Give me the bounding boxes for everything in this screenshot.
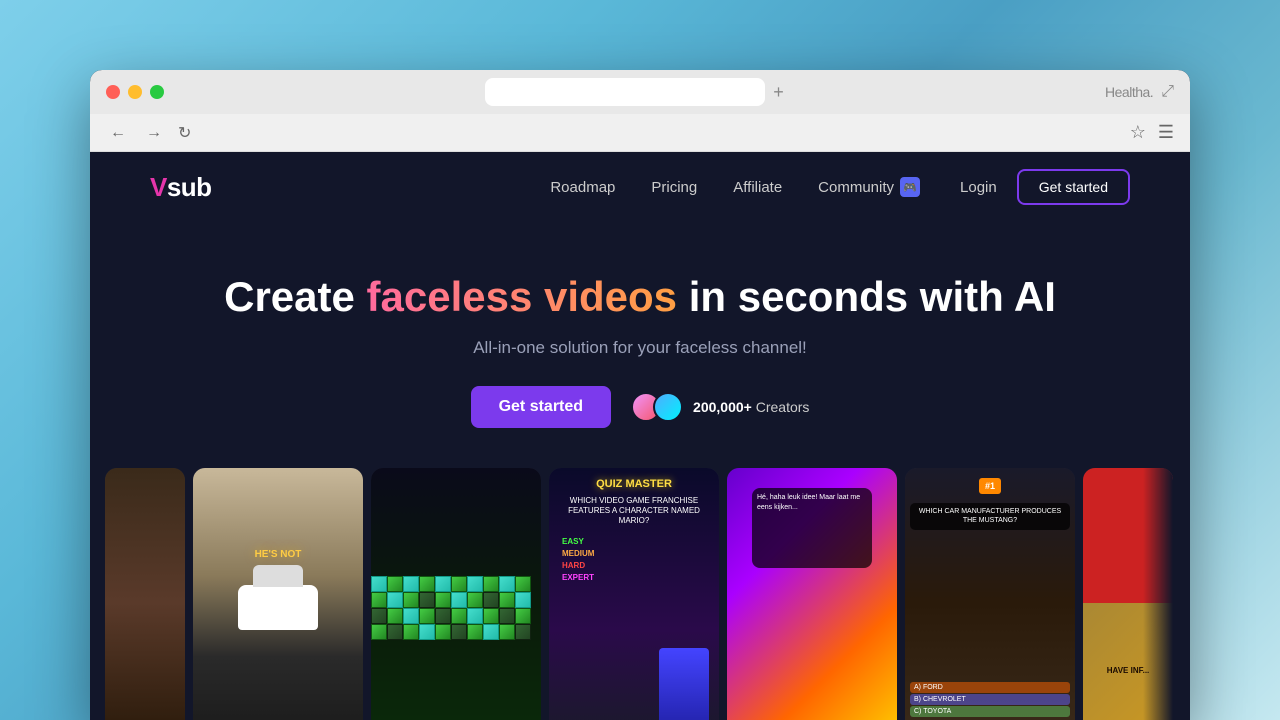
answer-options: A) FORD B) CHEVROLET C) TOYOTA (910, 681, 1070, 718)
minecraft-blocks (371, 576, 541, 720)
login-button[interactable]: Login (960, 179, 997, 196)
fade-overlay (1143, 468, 1173, 720)
video-card-3[interactable] (371, 468, 541, 720)
address-bar[interactable] (485, 78, 765, 106)
nav-actions: Login Get started (960, 169, 1130, 205)
nav-pricing[interactable]: Pricing (651, 179, 697, 196)
video-card-2[interactable]: HE'S NOT (193, 468, 363, 720)
video-card-6[interactable]: #1 WHICH CAR MANUFACTURER PRODUCES THE M… (905, 468, 1075, 720)
creators-suffix: Creators (752, 399, 810, 415)
forward-button[interactable]: → (142, 120, 166, 146)
minimize-button[interactable] (128, 85, 142, 99)
menu-button[interactable]: ☰ (1158, 122, 1174, 143)
logo-v: V (150, 172, 167, 202)
option-a: A) FORD (910, 682, 1070, 693)
get-started-nav-button[interactable]: Get started (1017, 169, 1130, 205)
browser-window: + Healtha. ⤢ ← → ↻ ☆ ☰ Vsub Roadmap Pric… (90, 70, 1190, 720)
car-question-text: WHICH CAR MANUFACTURER PRODUCES THE MUST… (914, 507, 1066, 525)
card-5-background: Hé, haha leuk idee! Maar laat me eens ki… (727, 468, 897, 720)
car-top (253, 565, 303, 587)
hero-actions: Get started 200,000+ Creators (110, 386, 1170, 428)
card-3-background (371, 468, 541, 720)
back-button[interactable]: ← (106, 120, 130, 146)
logo-sub: sub (167, 172, 212, 202)
nav-community[interactable]: Community 🎮 (818, 177, 920, 197)
hero-section: Create faceless videos in seconds with A… (90, 222, 1190, 468)
card-2-text: HE'S NOT (255, 549, 302, 560)
social-proof: 200,000+ Creators (631, 392, 809, 422)
difficulty-expert: EXPERT (559, 572, 709, 583)
browser-toolbar: ← → ↻ ☆ ☰ (90, 114, 1190, 152)
nav-affiliate[interactable]: Affiliate (733, 179, 782, 196)
rank-badge: #1 (979, 478, 1001, 494)
difficulty-list: EASY MEDIUM HARD EXPERT (559, 535, 709, 584)
video-inner-1 (105, 468, 185, 720)
address-bar-area: + (192, 78, 1077, 106)
hero-title-suffix: in seconds with AI (677, 273, 1056, 320)
card-4-background: QUIZ MASTER WHICH VIDEO GAME FRANCHISE F… (549, 468, 719, 720)
nav-links: Roadmap Pricing Affiliate Community 🎮 (550, 177, 920, 197)
new-tab-button[interactable]: + (773, 83, 784, 101)
video-inner-6: #1 WHICH CAR MANUFACTURER PRODUCES THE M… (905, 468, 1075, 720)
hero-cta-button[interactable]: Get started (471, 386, 611, 428)
video-card-1[interactable] (105, 468, 185, 720)
video-card-4[interactable]: QUIZ MASTER WHICH VIDEO GAME FRANCHISE F… (549, 468, 719, 720)
browser-titlebar: + Healtha. ⤢ (90, 70, 1190, 114)
maximize-button[interactable] (150, 85, 164, 99)
expand-icon[interactable]: ⤢ (1161, 83, 1174, 101)
video-grid: HE'S NOT (90, 468, 1190, 720)
website-content: Vsub Roadmap Pricing Affiliate Community… (90, 152, 1190, 720)
quiz-question: WHICH VIDEO GAME FRANCHISE FEATURES A CH… (559, 496, 709, 527)
traffic-lights (106, 85, 164, 99)
video-inner-2: HE'S NOT (193, 468, 363, 720)
nav-roadmap[interactable]: Roadmap (550, 179, 615, 196)
bookmark-button[interactable]: ☆ (1130, 122, 1146, 143)
phone-overlay: Hé, haha leuk idee! Maar laat me eens ki… (752, 488, 872, 568)
car-visual (238, 585, 318, 630)
logo: Vsub (150, 172, 212, 203)
video-card-5[interactable]: Hé, haha leuk idee! Maar laat me eens ki… (727, 468, 897, 720)
browser-controls: Healtha. ⤢ (1105, 83, 1174, 101)
difficulty-medium: MEDIUM (559, 548, 709, 559)
hero-title-prefix: Create (224, 273, 366, 320)
video-inner-4: QUIZ MASTER WHICH VIDEO GAME FRANCHISE F… (549, 468, 719, 720)
discord-icon: 🎮 (900, 177, 920, 197)
creators-count: 200,000+ (693, 399, 752, 415)
community-label: Community (818, 179, 894, 196)
option-b: B) CHEVROLET (910, 694, 1070, 705)
video-inner-7: HAVE INF... (1083, 468, 1173, 720)
difficulty-hard: HARD (559, 560, 709, 571)
close-button[interactable] (106, 85, 120, 99)
hero-subtitle: All-in-one solution for your faceless ch… (110, 338, 1170, 358)
video-card-7[interactable]: HAVE INF... (1083, 468, 1173, 720)
healtha-logo: Healtha. (1105, 84, 1153, 100)
card-1-background (105, 468, 185, 720)
hero-title-highlight: faceless videos (367, 273, 678, 320)
difficulty-easy: EASY (559, 536, 709, 547)
hero-title: Create faceless videos in seconds with A… (110, 272, 1170, 322)
quiz-master-title: QUIZ MASTER (596, 478, 672, 491)
creator-avatars (631, 392, 683, 422)
car-question: WHICH CAR MANUFACTURER PRODUCES THE MUST… (910, 503, 1070, 529)
quiz-character (659, 648, 709, 720)
phone-text: Hé, haha leuk idee! Maar laat me eens ki… (757, 493, 867, 513)
video-inner-5: Hé, haha leuk idee! Maar laat me eens ki… (727, 468, 897, 720)
avatar-2 (653, 392, 683, 422)
creators-text: 200,000+ Creators (693, 399, 809, 415)
refresh-button[interactable]: ↻ (178, 123, 191, 143)
option-c: C) TOYOTA (910, 706, 1070, 717)
card-2-background (193, 468, 363, 720)
navbar: Vsub Roadmap Pricing Affiliate Community… (90, 152, 1190, 222)
video-inner-3 (371, 468, 541, 720)
